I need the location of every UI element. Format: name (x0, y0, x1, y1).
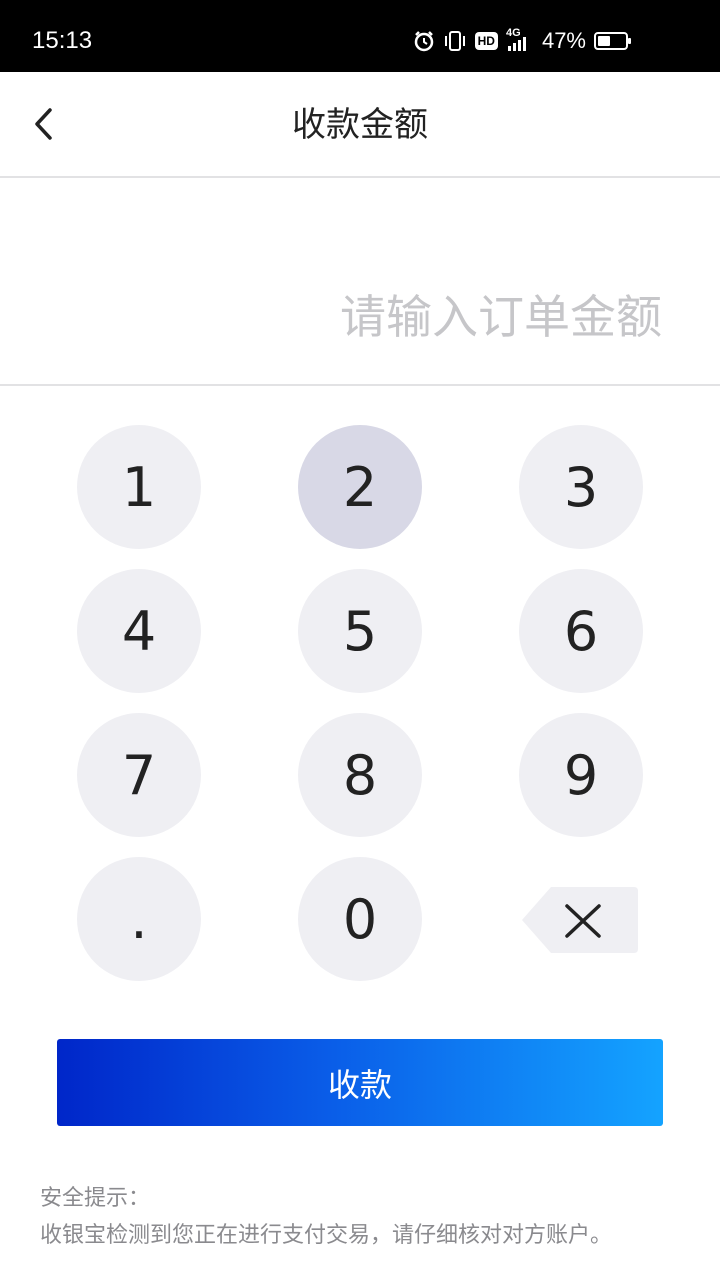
hd-icon: HD (474, 32, 498, 50)
key-decimal[interactable]: . (77, 857, 201, 981)
key-9[interactable]: 9 (519, 713, 643, 837)
key-0[interactable]: 0 (298, 857, 422, 981)
status-time: 15:13 (32, 27, 93, 54)
battery-icon (594, 32, 631, 50)
battery-level (598, 36, 610, 46)
key-1[interactable]: 1 (77, 425, 201, 549)
key-7[interactable]: 7 (77, 713, 201, 837)
key-6[interactable]: 6 (519, 569, 643, 693)
collect-payment-button[interactable]: 收款 (57, 1039, 663, 1126)
security-tips: 安全提示： 收银宝检测到您正在进行支付交易，请仔细核对对方账户。 (40, 1180, 680, 1254)
vibrate-icon (443, 30, 467, 52)
nav-header: 收款金额 (0, 72, 720, 178)
status-icons: HD 4G 47% (413, 26, 631, 56)
key-3[interactable]: 3 (519, 425, 643, 549)
battery-percent: 47% (541, 28, 586, 53)
alarm-icon (413, 30, 435, 52)
tips-title: 安全提示： (40, 1186, 151, 1211)
key-4[interactable]: 4 (77, 569, 201, 693)
key-2[interactable]: 2 (298, 425, 422, 549)
key-5[interactable]: 5 (298, 569, 422, 693)
delete-key[interactable] (521, 886, 639, 958)
number-keypad: 1 2 3 4 5 6 7 8 9 . 0 (0, 425, 720, 985)
key-8[interactable]: 8 (298, 713, 422, 837)
signal-icon: 4G (506, 27, 534, 53)
amount-area (0, 178, 720, 386)
backspace-icon (522, 887, 638, 953)
tips-body: 收银宝检测到您正在进行支付交易，请仔细核对对方账户。 (40, 1223, 613, 1248)
amount-input[interactable] (102, 290, 662, 344)
page-title: 收款金额 (292, 105, 428, 145)
status-bar: 15:13 HD 4G 47% (0, 0, 720, 72)
